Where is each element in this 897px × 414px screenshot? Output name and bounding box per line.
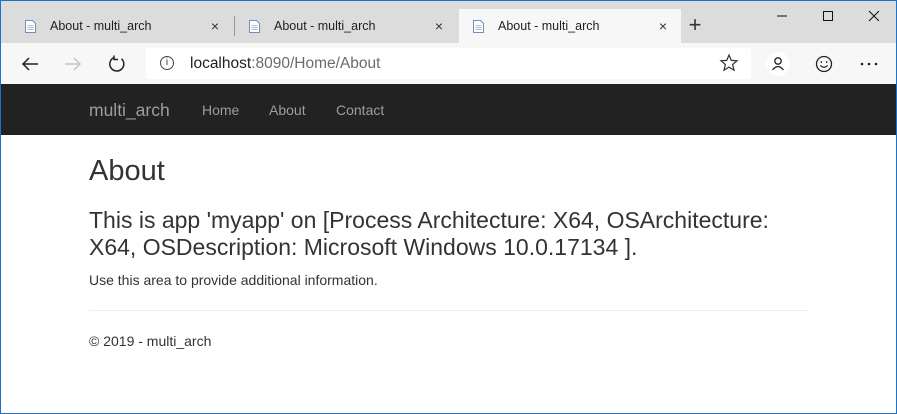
page-icon bbox=[249, 19, 260, 33]
minimize-icon bbox=[777, 15, 787, 17]
page-title: About bbox=[89, 155, 165, 187]
page-icon bbox=[25, 19, 36, 33]
close-tab-icon[interactable]: × bbox=[209, 19, 221, 33]
tab-2[interactable]: About - multi_arch × bbox=[235, 9, 457, 43]
nav-contact[interactable]: Contact bbox=[336, 102, 384, 118]
page-icon bbox=[473, 19, 484, 33]
back-arrow-icon bbox=[21, 57, 38, 71]
url-text[interactable]: localhost:8090/Home/About bbox=[190, 55, 380, 73]
new-tab-button[interactable]: + bbox=[684, 14, 706, 37]
maximize-button[interactable] bbox=[805, 1, 851, 31]
tab-title: About - multi_arch bbox=[50, 19, 152, 33]
address-bar[interactable]: i localhost:8090/Home/About bbox=[146, 48, 751, 79]
close-icon bbox=[868, 10, 880, 22]
star-icon[interactable] bbox=[719, 53, 739, 73]
close-tab-icon[interactable]: × bbox=[433, 19, 445, 33]
forward-arrow-icon bbox=[65, 57, 82, 71]
maximize-icon bbox=[823, 11, 833, 21]
footer-copyright: © 2019 - multi_arch bbox=[89, 333, 212, 349]
forward-button[interactable] bbox=[58, 49, 88, 79]
app-info-message: This is app 'myapp' on [Process Architec… bbox=[89, 207, 819, 261]
tab-strip: About - multi_arch × About - multi_arch … bbox=[1, 1, 896, 43]
url-path: :8090/Home/About bbox=[251, 55, 381, 72]
back-button[interactable] bbox=[15, 49, 45, 79]
url-host: localhost bbox=[190, 55, 252, 72]
tab-title: About - multi_arch bbox=[498, 19, 600, 33]
refresh-icon bbox=[109, 55, 125, 72]
message-line-2: X64, OSDescription: Microsoft Windows 10… bbox=[89, 234, 638, 260]
tab-title: About - multi_arch bbox=[274, 19, 376, 33]
close-window-button[interactable] bbox=[851, 1, 896, 31]
tab-3-active[interactable]: About - multi_arch × bbox=[459, 9, 681, 43]
nav-about[interactable]: About bbox=[269, 102, 306, 118]
browser-toolbar: i localhost:8090/Home/About bbox=[1, 43, 896, 84]
message-line-1: This is app 'myapp' on [Process Architec… bbox=[89, 207, 769, 233]
refresh-button[interactable] bbox=[102, 49, 132, 79]
more-button[interactable] bbox=[854, 49, 884, 79]
minimize-button[interactable] bbox=[759, 1, 805, 31]
footer-divider bbox=[89, 310, 809, 311]
tab-1[interactable]: About - multi_arch × bbox=[11, 9, 233, 43]
smiley-icon bbox=[815, 55, 833, 73]
more-icon bbox=[860, 62, 878, 66]
site-navbar: multi_arch Home About Contact bbox=[1, 84, 896, 135]
browser-window: About - multi_arch × About - multi_arch … bbox=[0, 0, 897, 414]
close-tab-icon[interactable]: × bbox=[657, 19, 669, 33]
additional-info-text: Use this area to provide additional info… bbox=[89, 272, 378, 288]
profile-button[interactable] bbox=[763, 49, 793, 79]
nav-home[interactable]: Home bbox=[202, 102, 239, 118]
brand-link[interactable]: multi_arch bbox=[89, 100, 170, 121]
profile-icon bbox=[766, 52, 790, 76]
site-info-icon[interactable]: i bbox=[160, 56, 174, 70]
feedback-button[interactable] bbox=[809, 49, 839, 79]
